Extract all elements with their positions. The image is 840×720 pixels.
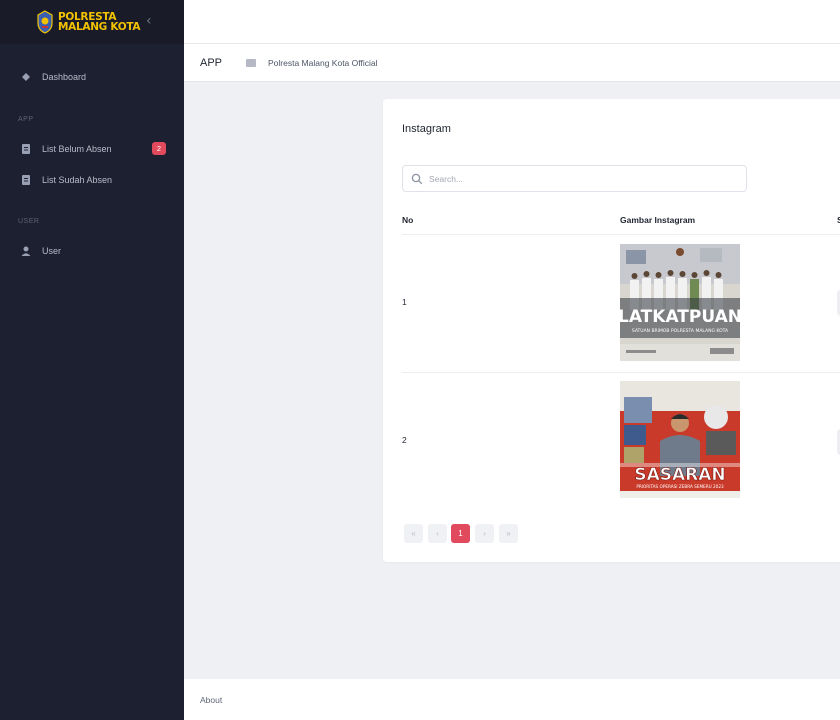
document-icon [22, 144, 30, 154]
sidebar-item-list-sudah-absen[interactable]: List Sudah Absen [0, 169, 184, 191]
sidebar-item-label: User [42, 246, 62, 256]
sidebar: POLRESTA MALANG KOTA ‹ Dashboard APP Lis… [0, 0, 184, 720]
table-divider [402, 234, 840, 235]
post-image-subtitle: SATUAN BRIMOB POLRESTA MALANG KOTA [632, 328, 729, 334]
pagination-next[interactable]: › [475, 524, 494, 543]
breadcrumb-icon [246, 58, 257, 67]
sidebar-item-list-belum-absen[interactable]: List Belum Absen 2 [0, 138, 184, 160]
sidebar-item-user[interactable]: User [0, 240, 184, 262]
table-row-no: 2 [402, 435, 407, 445]
search-input[interactable] [429, 173, 729, 184]
footer-about-link[interactable]: About [200, 695, 222, 705]
pagination-first[interactable]: « [404, 524, 423, 543]
document-icon [22, 175, 30, 185]
user-icon [21, 246, 31, 256]
sidebar-section-app: APP [18, 116, 34, 123]
table-divider [402, 372, 840, 373]
card-title: Instagram [402, 123, 451, 135]
breadcrumb: APP Polresta Malang Kota Official [184, 44, 840, 82]
pagination-last[interactable]: » [499, 524, 518, 543]
notification-badge: 2 [152, 142, 166, 155]
diamond-icon [22, 73, 30, 81]
brand-name: POLRESTA MALANG KOTA [58, 12, 141, 33]
post-image-title: LATKATPUAN [620, 307, 740, 327]
sidebar-item-label: List Belum Absen [42, 144, 112, 154]
post-image-title: SASARAN [634, 465, 725, 485]
sidebar-section-user: USER [18, 218, 40, 225]
top-navbar [184, 0, 840, 44]
instagram-post-image[interactable]: SASARAN PRIORITAS OPERASI ZEBRA SEMERU 2… [620, 381, 740, 498]
page-title: APP [200, 56, 223, 69]
brand-header: POLRESTA MALANG KOTA ‹ [0, 0, 184, 44]
brand-line-2: MALANG KOTA [58, 21, 141, 33]
police-emblem-icon [37, 10, 53, 34]
column-header-no: No [402, 215, 414, 225]
pagination-page-1[interactable]: 1 [451, 524, 470, 543]
breadcrumb-item[interactable]: Polresta Malang Kota Official [268, 58, 377, 68]
instagram-card: Instagram No Gambar Instagram S 1 LATKAT… [383, 99, 840, 562]
post-image-latkatpuan: LATKATPUAN SATUAN BRIMOB POLRESTA MALANG… [620, 244, 740, 361]
collapse-sidebar-icon[interactable]: ‹ [146, 14, 160, 28]
sidebar-item-label: List Sudah Absen [42, 175, 113, 185]
search-field[interactable] [402, 165, 747, 192]
sidebar-item-label: Dashboard [42, 72, 87, 82]
post-image-subtitle: PRIORITAS OPERASI ZEBRA SEMERU 2023 [636, 484, 724, 489]
sidebar-item-dashboard[interactable]: Dashboard [0, 66, 184, 88]
instagram-post-image[interactable]: LATKATPUAN SATUAN BRIMOB POLRESTA MALANG… [620, 244, 740, 361]
search-icon [411, 173, 423, 184]
column-header-gambar: Gambar Instagram [620, 215, 696, 225]
post-image-sasaran: SASARAN PRIORITAS OPERASI ZEBRA SEMERU 2… [620, 381, 740, 498]
table-row-no: 1 [402, 297, 407, 307]
footer: About [184, 679, 840, 720]
pagination-prev[interactable]: ‹ [428, 524, 447, 543]
